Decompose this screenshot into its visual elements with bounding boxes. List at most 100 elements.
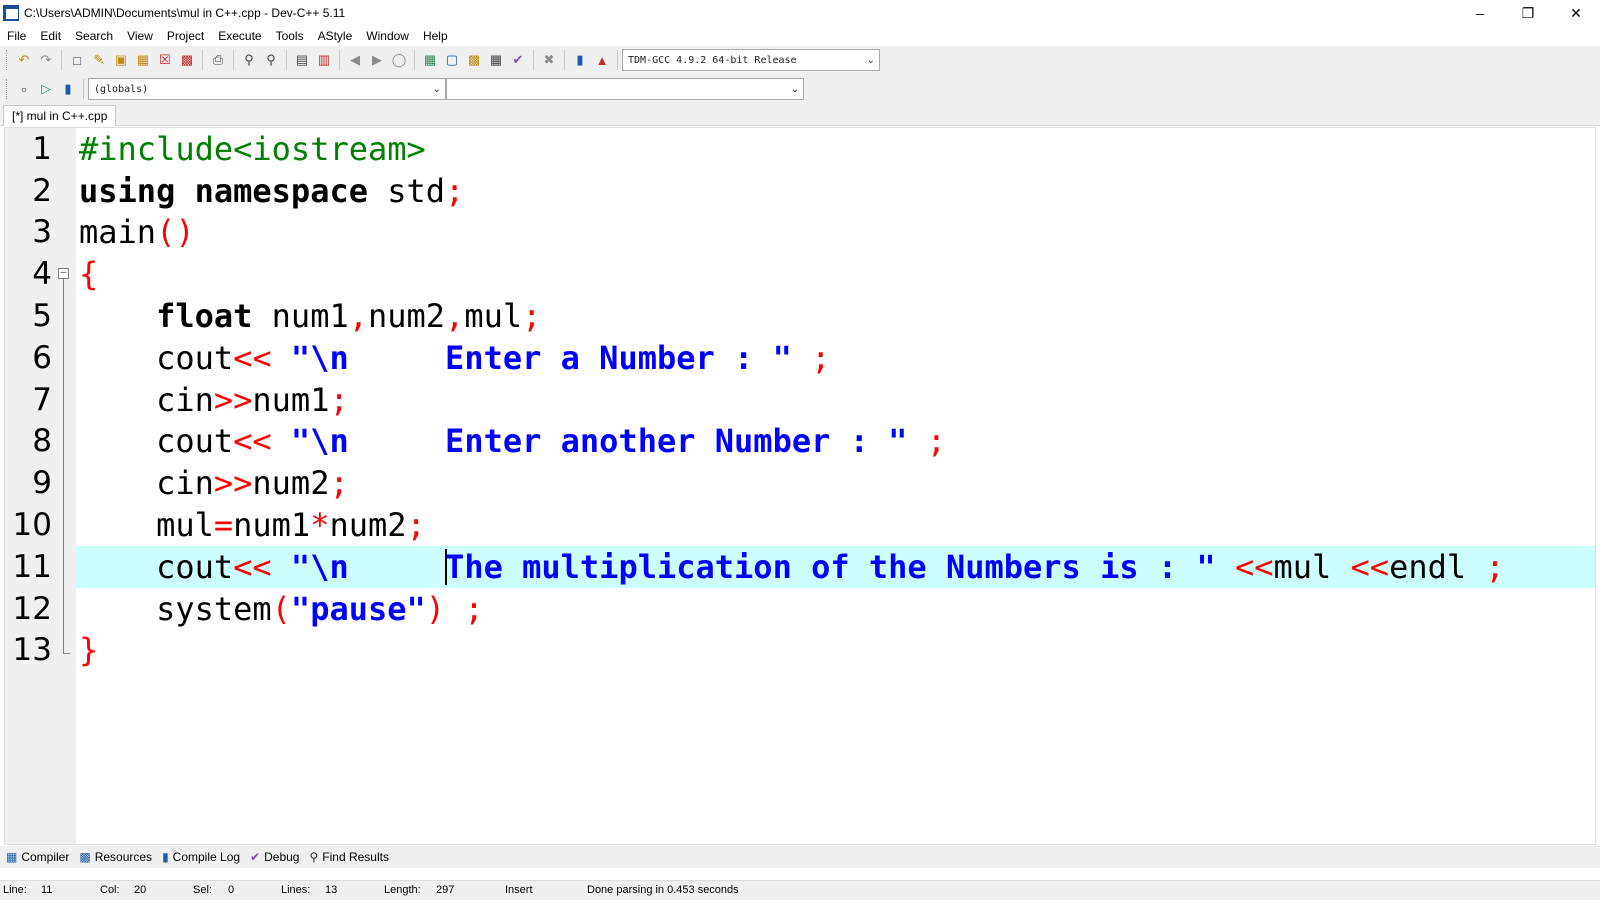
bookmark-icon[interactable]: ◯	[388, 49, 410, 71]
code-line-text[interactable]: {	[76, 253, 1595, 295]
undo-icon[interactable]: ↶	[13, 49, 35, 71]
unindent-icon[interactable]: ▥	[313, 49, 335, 71]
code-line[interactable]: 11 cout << "\n The multiplication of the …	[5, 545, 1595, 588]
goto-bookmark-icon[interactable]: ▮	[57, 78, 79, 100]
code-token-id	[1216, 548, 1235, 586]
code-line[interactable]: 9 cin >> num2;	[5, 462, 1595, 504]
menu-search[interactable]: Search	[68, 29, 120, 43]
line-number: 9	[32, 465, 52, 502]
code-line[interactable]: 8 cout << "\n Enter another Number : " ;	[5, 421, 1595, 463]
code-line-text[interactable]: system("pause") ;	[76, 588, 1595, 630]
menu-astyle[interactable]: AStyle	[311, 29, 360, 43]
scope-select[interactable]: (globals) ⌄	[88, 78, 446, 100]
compiler-select[interactable]: TDM-GCC 4.9.2 64-bit Release ⌄	[622, 49, 880, 71]
menu-window[interactable]: Window	[359, 29, 416, 43]
code-line-text[interactable]: cout << "\n The multiplication of the Num…	[76, 545, 1595, 588]
run-icon[interactable]: ▢	[441, 49, 463, 71]
indent-icon[interactable]: ▤	[291, 49, 313, 71]
line-number: 11	[12, 548, 52, 585]
open-file-icon[interactable]: ✎	[88, 49, 110, 71]
code-line-text[interactable]: main()	[76, 212, 1595, 254]
devcpp-app-icon[interactable]	[3, 5, 19, 21]
find-icon[interactable]: ⚲	[238, 49, 260, 71]
code-token-id	[445, 590, 464, 628]
insert-icon[interactable]: ▫	[13, 78, 35, 100]
code-line[interactable]: 4{	[5, 253, 1595, 295]
menu-help[interactable]: Help	[416, 29, 455, 43]
delete-profile-icon[interactable]: ▲	[591, 49, 613, 71]
code-line-text[interactable]: cout << "\n Enter a Number : " ;	[76, 337, 1595, 379]
new-file-icon[interactable]: □	[66, 49, 88, 71]
chevron-down-icon: ⌄	[432, 83, 441, 95]
menu-execute[interactable]: Execute	[211, 29, 268, 43]
tab-compiler[interactable]: ▦ Compiler	[6, 850, 69, 864]
code-line-text[interactable]: using namespace std;	[76, 170, 1595, 212]
code-line[interactable]: 3 main()	[5, 212, 1595, 254]
code-token-op: ,	[445, 297, 465, 336]
print-icon[interactable]: ⎙	[207, 49, 229, 71]
code-line[interactable]: 10 mul = num1 * num2;	[5, 504, 1595, 546]
tab-debug[interactable]: ✔ Debug	[250, 850, 299, 864]
tab-mul-cpp[interactable]: [*] mul in C++.cpp	[3, 105, 117, 126]
redo-icon[interactable]: ↷	[35, 49, 57, 71]
tab-find-results-label: Find Results	[322, 850, 389, 864]
syntax-check-icon[interactable]: ✔	[507, 49, 529, 71]
menu-edit[interactable]: Edit	[33, 29, 68, 43]
code-line[interactable]: 2 using namespace std;	[5, 170, 1595, 212]
title-bar: C:\Users\ADMIN\Documents\mul in C++.cpp …	[0, 0, 1600, 26]
forward-icon[interactable]: ▶	[366, 49, 388, 71]
compile-run-icon[interactable]: ▩	[463, 49, 485, 71]
toggle-bookmark-icon[interactable]: ▷	[35, 78, 57, 100]
tab-compile-log[interactable]: ▮ Compile Log	[162, 850, 240, 864]
code-line-text[interactable]: mul = num1 * num2;	[76, 504, 1595, 546]
code-line[interactable]: 7 cin >> num1;	[5, 379, 1595, 421]
toolbar-separator	[414, 50, 415, 70]
replace-icon[interactable]: ⚲	[260, 49, 282, 71]
code-line[interactable]: 6 cout << "\n Enter a Number : " ;	[5, 337, 1595, 379]
code-line-text[interactable]: cin >> num2;	[76, 462, 1595, 504]
code-line-text[interactable]: cin >> num1;	[76, 379, 1595, 421]
compile-icon[interactable]: ▦	[419, 49, 441, 71]
toolbar-grip[interactable]	[6, 79, 9, 99]
tab-find-results[interactable]: ⚲ Find Results	[309, 850, 389, 864]
member-select[interactable]: ⌄	[446, 78, 804, 100]
close-icon[interactable]: ✕	[1552, 0, 1600, 26]
code-line[interactable]: 1 #include<iostream>	[5, 128, 1595, 170]
code-token-op: ;	[464, 589, 484, 628]
code-token-id	[272, 339, 291, 377]
code-line[interactable]: 12 system("pause") ;	[5, 588, 1595, 630]
code-token-op: (	[271, 589, 291, 628]
code-token-id: main	[79, 213, 157, 252]
main-toolbar: ↶ ↷ □ ✎ ▣ ▦ ☒ ▩ ⎙ ⚲ ⚲ ▤ ▥ ◀ ▶ ◯ ▦ ▢ ▩ ▦ …	[0, 46, 880, 74]
code-editor[interactable]: – 1 #include<iostream> 2 using namespace st…	[4, 127, 1596, 845]
code-line-text[interactable]: cout << "\n Enter another Number : " ;	[76, 421, 1595, 463]
code-line[interactable]: 13}	[5, 630, 1595, 672]
code-token-id: num2	[252, 464, 330, 503]
menu-tools[interactable]: Tools	[269, 29, 311, 43]
code-token-str: "\n Enter another Number : "	[290, 422, 908, 461]
save-all-icon[interactable]: ▦	[132, 49, 154, 71]
code-line-text[interactable]: #include<iostream>	[76, 128, 1595, 170]
tab-resources[interactable]: ▩ Resources	[79, 850, 152, 864]
profile-icon[interactable]: ▮	[569, 49, 591, 71]
code-token-op: ;	[406, 506, 426, 545]
code-line-text[interactable]: float num1, num2, mul;	[76, 295, 1595, 337]
save-icon[interactable]: ▣	[110, 49, 132, 71]
status-length-value: 297	[436, 884, 455, 896]
menu-project[interactable]: Project	[160, 29, 211, 43]
line-number: 10	[12, 507, 52, 544]
menu-file[interactable]: File	[0, 29, 33, 43]
code-token-op: ,	[348, 297, 368, 336]
restore-icon[interactable]: ❐	[1504, 0, 1552, 26]
rebuild-icon[interactable]: ▦	[485, 49, 507, 71]
code-line-text[interactable]: }	[76, 630, 1595, 672]
code-token-pre: #include<iostream>	[79, 129, 426, 168]
toolbar-grip[interactable]	[6, 50, 9, 70]
menu-view[interactable]: View	[120, 29, 160, 43]
minimize-icon[interactable]: –	[1456, 0, 1504, 26]
close-all-icon[interactable]: ▩	[176, 49, 198, 71]
stop-icon[interactable]: ✖	[538, 49, 560, 71]
code-line[interactable]: 5 float num1, num2, mul;	[5, 295, 1595, 337]
close-file-icon[interactable]: ☒	[154, 49, 176, 71]
back-icon[interactable]: ◀	[344, 49, 366, 71]
